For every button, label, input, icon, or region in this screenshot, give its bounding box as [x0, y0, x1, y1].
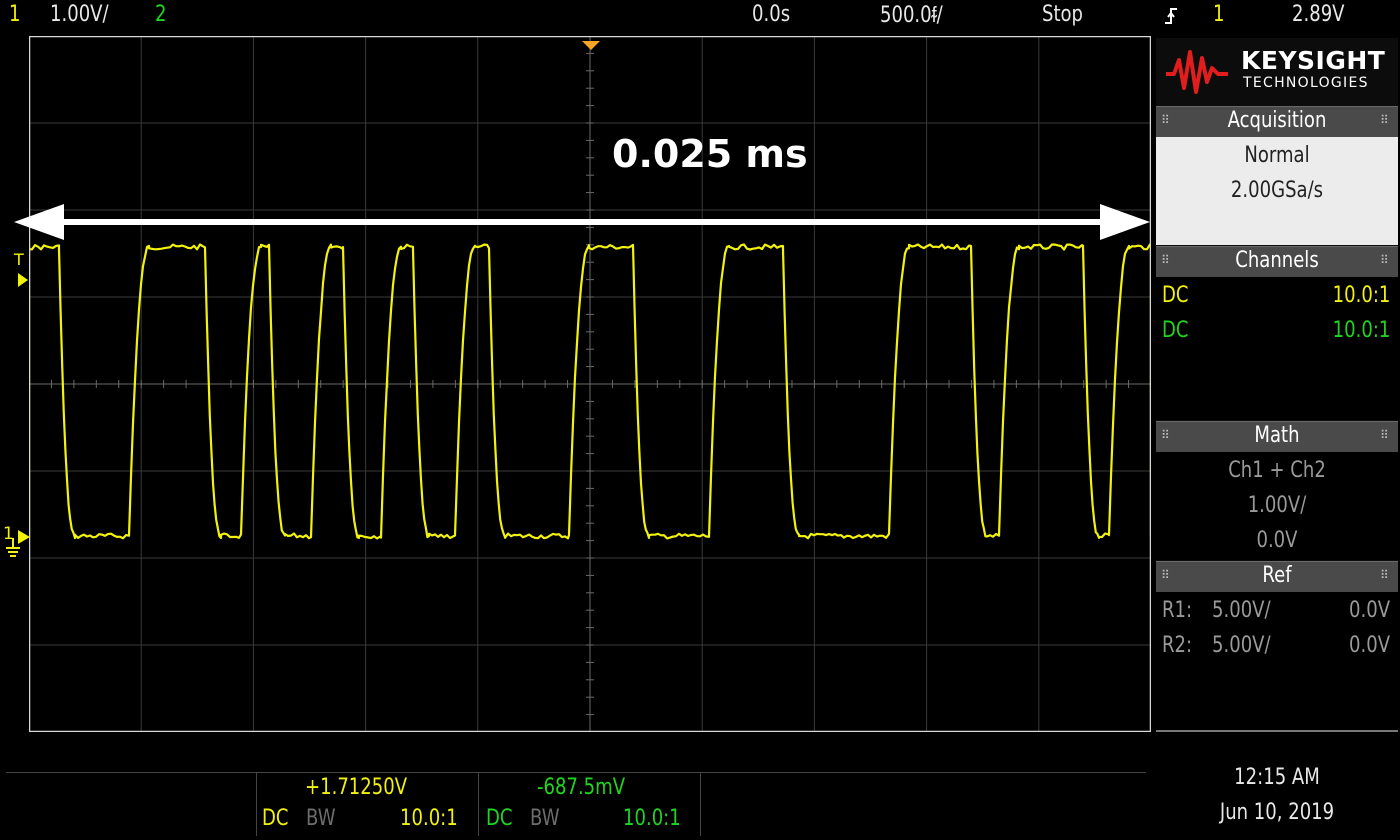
acquisition-title: Acquisition: [1227, 108, 1327, 133]
ref2-offset: 0.0V: [1348, 633, 1390, 658]
grip-icon: ⠿: [1380, 253, 1390, 267]
ch2-coupling: DC: [1162, 318, 1189, 343]
acquisition-header[interactable]: ⠿ ⠿ Acquisition: [1156, 106, 1398, 137]
clock-date: Jun 10, 2019: [1219, 800, 1335, 825]
ch2-measure-value[interactable]: -687.5mV: [537, 775, 625, 800]
channels-header[interactable]: ⠿ ⠿ Channels: [1156, 246, 1398, 277]
ch2-bottom-coupling[interactable]: DC: [486, 806, 512, 831]
ch2-bottom-probe[interactable]: 10.0:1: [623, 806, 681, 831]
ch1-scale[interactable]: 1.00V/: [50, 2, 109, 27]
run-state[interactable]: Stop: [1042, 2, 1083, 27]
trigger-level-arrow-icon[interactable]: [18, 272, 28, 291]
time-offset[interactable]: 0.0s: [752, 2, 790, 27]
ref1-scale: 5.00V/: [1212, 598, 1271, 623]
waveform-display[interactable]: [29, 36, 1151, 732]
grip-icon: ⠿: [1380, 568, 1390, 582]
trigger-level[interactable]: 2.89V: [1292, 2, 1345, 27]
ch1-bottom-probe[interactable]: 10.0:1: [400, 806, 458, 831]
double-arrow-icon: [14, 202, 1150, 246]
ch1-bottom-coupling[interactable]: DC: [262, 806, 288, 831]
channels-body[interactable]: DC 10.0:1 DC 10.0:1: [1156, 277, 1398, 420]
math-scale: 1.00V/: [1247, 493, 1307, 518]
ch1-coupling: DC: [1162, 283, 1189, 308]
trigger-position-marker[interactable]: [582, 36, 600, 50]
ch1-ground-icon[interactable]: [4, 528, 30, 562]
graticule: [29, 36, 1151, 732]
ch2-bottom-bw[interactable]: BW: [530, 806, 560, 831]
acquisition-body[interactable]: Normal 2.00GSa/s: [1156, 137, 1398, 245]
math-body[interactable]: Ch1 + Ch2 1.00V/ 0.0V: [1156, 452, 1398, 560]
grip-icon: ⠿: [1380, 113, 1390, 127]
ref2-name: R2:: [1162, 633, 1193, 658]
measurement-annotation-label: 0.025 ms: [612, 132, 808, 176]
grip-icon: ⠿: [1380, 428, 1390, 442]
math-offset: 0.0V: [1256, 528, 1298, 553]
ch1-bottom-bw[interactable]: BW: [306, 806, 336, 831]
grip-icon: ⠿: [1161, 253, 1171, 267]
brand-subtitle: TECHNOLOGIES: [1243, 75, 1369, 91]
grip-icon: ⠿: [1161, 428, 1171, 442]
bottom-divider: [478, 772, 479, 836]
ch2-number[interactable]: 2: [155, 2, 166, 27]
ref2-scale: 5.00V/: [1212, 633, 1271, 658]
ch1-number[interactable]: 1: [9, 2, 20, 27]
acquisition-mode: Normal: [1244, 143, 1310, 168]
ch1-measure-value[interactable]: +1.71250V: [305, 775, 407, 800]
bottom-divider: [6, 772, 1146, 773]
acquisition-rate: 2.00GSa/s: [1230, 178, 1324, 203]
time-scale[interactable]: 500.0ᵮ/: [880, 2, 943, 28]
ref1-name: R1:: [1162, 598, 1193, 623]
math-function: Ch1 + Ch2: [1228, 458, 1326, 483]
grip-icon: ⠿: [1161, 113, 1171, 127]
grip-icon: ⠿: [1161, 568, 1171, 582]
ref1-offset: 0.0V: [1348, 598, 1390, 623]
trigger-level-label: T: [14, 250, 24, 269]
ch2-probe: 10.0:1: [1332, 318, 1390, 343]
math-header[interactable]: ⠿ ⠿ Math: [1156, 421, 1398, 452]
keysight-logo: KEYSIGHT TECHNOLOGIES: [1160, 40, 1396, 104]
panel-bottom-border: [1156, 730, 1398, 732]
brand-name: KEYSIGHT: [1241, 46, 1386, 75]
bottom-divider: [256, 772, 257, 836]
bottom-divider: [700, 772, 701, 836]
ch1-probe: 10.0:1: [1332, 283, 1390, 308]
ref-header[interactable]: ⠿ ⠿ Ref: [1156, 561, 1398, 592]
keysight-wave-icon: [1166, 50, 1228, 94]
ref-body[interactable]: R1: 5.00V/ 0.0V R2: 5.00V/ 0.0V: [1156, 592, 1398, 730]
clock-time: 12:15 AM: [1234, 765, 1320, 790]
ref-title: Ref: [1262, 563, 1292, 588]
rising-edge-trigger-icon[interactable]: [1163, 6, 1179, 26]
channels-title: Channels: [1235, 248, 1319, 273]
math-title: Math: [1254, 423, 1300, 448]
trigger-channel[interactable]: 1: [1213, 2, 1224, 27]
